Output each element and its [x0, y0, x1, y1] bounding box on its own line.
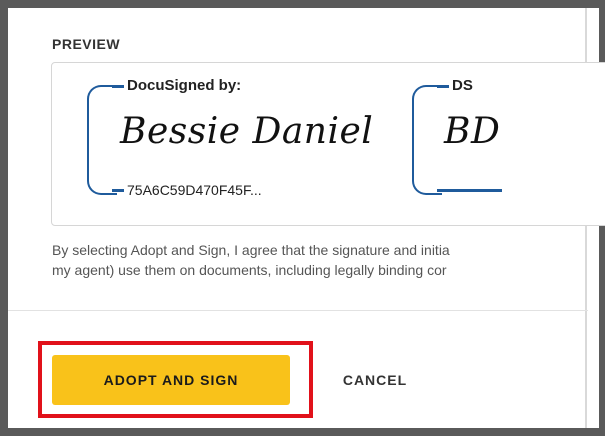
legal-disclaimer: By selecting Adopt and Sign, I agree tha… [52, 240, 605, 280]
disclaimer-line-1: By selecting Adopt and Sign, I agree tha… [52, 242, 450, 258]
initials-bottom-line [437, 189, 502, 192]
initials-header: DS [452, 77, 473, 94]
signature-preview-box: DocuSigned by: Bessie Daniel 75A6C59D470… [51, 62, 605, 226]
initials-value: BD [444, 111, 501, 152]
signature-name: Bessie Daniel [120, 111, 374, 152]
adopt-and-sign-button[interactable]: ADOPT AND SIGN [52, 355, 290, 405]
signature-header: DocuSigned by: [127, 77, 242, 94]
signature-top-line [112, 85, 124, 88]
preview-label: PREVIEW [52, 36, 121, 52]
initials-bracket [412, 85, 442, 195]
cancel-button[interactable]: CANCEL [320, 355, 430, 405]
footer-divider [8, 310, 588, 311]
signature-bottom-line [112, 189, 124, 192]
signature-bracket [87, 85, 117, 195]
disclaimer-line-2: my agent) use them on documents, includi… [52, 262, 447, 278]
signature-id: 75A6C59D470F45F... [127, 182, 262, 198]
initials-top-line [437, 85, 449, 88]
